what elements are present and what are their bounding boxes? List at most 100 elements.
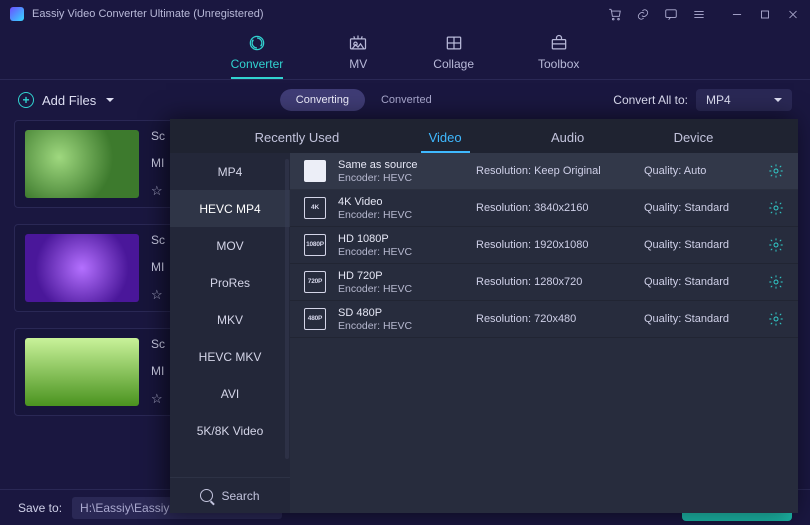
nav-label: MV: [349, 57, 367, 71]
preset-resolution: Resolution: Keep Original: [476, 165, 632, 177]
format-item-prores[interactable]: ProRes: [170, 264, 290, 301]
preset-title: SD 480P: [338, 307, 464, 319]
preset-quality: Quality: Auto: [644, 165, 756, 177]
add-files-label: Add Files: [42, 93, 96, 108]
save-to-label: Save to:: [18, 501, 62, 515]
convert-all-value: MP4: [706, 93, 731, 107]
window-controls: [730, 7, 800, 21]
toolbox-icon: [548, 33, 570, 53]
cart-icon[interactable]: [608, 7, 622, 21]
format-sidebar: MP4 HEVC MP4 MOV ProRes MKV HEVC MKV AVI…: [170, 153, 290, 513]
file-misc-fragment: MI: [151, 364, 165, 378]
tab-recently-used[interactable]: Recently Used: [247, 124, 348, 153]
video-thumbnail: [25, 338, 139, 406]
gear-icon[interactable]: [768, 237, 784, 253]
window-title: Eassiy Video Converter Ultimate (Unregis…: [32, 8, 608, 20]
menu-icon[interactable]: [692, 7, 706, 21]
close-icon[interactable]: [786, 7, 800, 21]
preset-title: 4K Video: [338, 196, 464, 208]
star-icon[interactable]: ☆: [151, 391, 165, 407]
preset-encoder: Encoder: HEVC: [338, 246, 464, 258]
format-category-tabs: Recently Used Video Audio Device: [170, 119, 798, 153]
nav-toolbox[interactable]: Toolbox: [538, 33, 579, 79]
convert-all-dropdown[interactable]: MP4: [696, 89, 792, 111]
status-toggle: Converting Converted: [280, 89, 448, 111]
preset-badge-icon: 720P: [304, 271, 326, 293]
nav-label: Toolbox: [538, 57, 579, 71]
nav-label: Collage: [433, 57, 474, 71]
plus-icon: +: [18, 92, 34, 108]
feedback-icon[interactable]: [664, 7, 678, 21]
mv-icon: [347, 33, 369, 53]
search-icon: [200, 489, 213, 502]
nav-label: Converter: [231, 57, 284, 71]
star-icon[interactable]: ☆: [151, 183, 165, 199]
preset-title: HD 1080P: [338, 233, 464, 245]
link-icon[interactable]: [636, 7, 650, 21]
nav-collage[interactable]: Collage: [433, 33, 474, 79]
preset-title: HD 720P: [338, 270, 464, 282]
format-item-mkv[interactable]: MKV: [170, 301, 290, 338]
video-thumbnail: [25, 130, 139, 198]
format-item-avi[interactable]: AVI: [170, 375, 290, 412]
preset-quality: Quality: Standard: [644, 313, 756, 325]
collage-icon: [443, 33, 465, 53]
nav-converter[interactable]: Converter: [231, 33, 284, 79]
tab-video[interactable]: Video: [421, 124, 470, 153]
toggle-converting[interactable]: Converting: [280, 89, 365, 111]
toolbar: + Add Files Converting Converted Convert…: [0, 80, 810, 120]
app-logo-icon: [10, 7, 24, 21]
preset-row-720p[interactable]: 720P HD 720P Encoder: HEVC Resolution: 1…: [290, 264, 798, 301]
chevron-down-icon: [106, 98, 114, 102]
nav-mv[interactable]: MV: [347, 33, 369, 79]
file-name-fragment: Sc: [151, 129, 165, 143]
preset-resolution: Resolution: 720x480: [476, 313, 632, 325]
convert-all-label: Convert All to:: [613, 93, 688, 107]
titlebar: Eassiy Video Converter Ultimate (Unregis…: [0, 0, 810, 28]
star-icon[interactable]: ☆: [151, 287, 165, 303]
tab-audio[interactable]: Audio: [543, 124, 592, 153]
preset-title: Same as source: [338, 159, 464, 171]
preset-badge-icon: [304, 160, 326, 182]
format-search-button[interactable]: Search: [170, 477, 290, 513]
gear-icon[interactable]: [768, 311, 784, 327]
gear-icon[interactable]: [768, 163, 784, 179]
format-item-hevc-mkv[interactable]: HEVC MKV: [170, 338, 290, 375]
preset-resolution: Resolution: 1920x1080: [476, 239, 632, 251]
format-item-mov[interactable]: MOV: [170, 227, 290, 264]
format-item-mp4[interactable]: MP4: [170, 153, 290, 190]
preset-badge-icon: 4K: [304, 197, 326, 219]
preset-encoder: Encoder: HEVC: [338, 209, 464, 221]
preset-badge-icon: 1080P: [304, 234, 326, 256]
gear-icon[interactable]: [768, 274, 784, 290]
format-popup: Recently Used Video Audio Device MP4 HEV…: [170, 119, 798, 513]
preset-quality: Quality: Standard: [644, 239, 756, 251]
maximize-icon[interactable]: [758, 7, 772, 21]
minimize-icon[interactable]: [730, 7, 744, 21]
gear-icon[interactable]: [768, 200, 784, 216]
file-misc-fragment: MI: [151, 156, 165, 170]
format-item-hevc-mp4[interactable]: HEVC MP4: [170, 190, 290, 227]
chevron-down-icon: [774, 98, 782, 102]
preset-badge-icon: 480P: [304, 308, 326, 330]
preset-encoder: Encoder: HEVC: [338, 172, 464, 184]
preset-row-1080p[interactable]: 1080P HD 1080P Encoder: HEVC Resolution:…: [290, 227, 798, 264]
preset-resolution: Resolution: 1280x720: [476, 276, 632, 288]
add-files-button[interactable]: + Add Files: [18, 92, 114, 108]
preset-quality: Quality: Standard: [644, 202, 756, 214]
main-nav: Converter MV Collage Toolbox: [0, 28, 810, 80]
file-misc-fragment: MI: [151, 260, 165, 274]
preset-encoder: Encoder: HEVC: [338, 320, 464, 332]
tab-device[interactable]: Device: [666, 124, 722, 153]
format-item-5k8k[interactable]: 5K/8K Video: [170, 412, 290, 449]
titlebar-actions: [608, 7, 706, 21]
preset-encoder: Encoder: HEVC: [338, 283, 464, 295]
preset-row-same-as-source[interactable]: Same as source Encoder: HEVC Resolution:…: [290, 153, 798, 190]
preset-list: Same as source Encoder: HEVC Resolution:…: [290, 153, 798, 513]
file-name-fragment: Sc: [151, 337, 165, 351]
toggle-converted[interactable]: Converted: [365, 89, 448, 111]
preset-row-4k[interactable]: 4K 4K Video Encoder: HEVC Resolution: 38…: [290, 190, 798, 227]
video-thumbnail: [25, 234, 139, 302]
preset-resolution: Resolution: 3840x2160: [476, 202, 632, 214]
preset-row-480p[interactable]: 480P SD 480P Encoder: HEVC Resolution: 7…: [290, 301, 798, 338]
